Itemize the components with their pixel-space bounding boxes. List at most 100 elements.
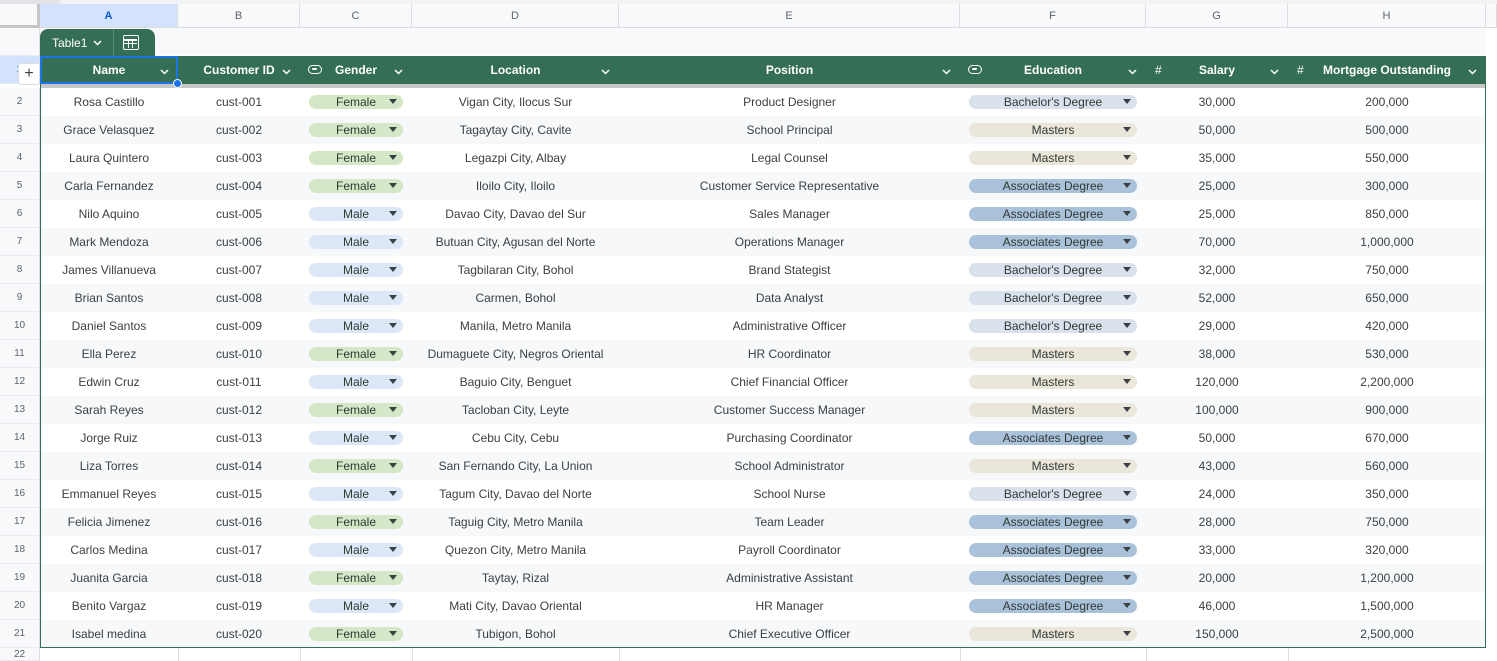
table-cell[interactable]: cust-019 [178, 592, 300, 620]
dropdown-arrow-icon[interactable] [389, 323, 397, 328]
table-cell[interactable]: cust-003 [178, 144, 300, 172]
table-cell[interactable]: Brand Stategist [619, 256, 960, 284]
table-cell[interactable]: Masters [960, 620, 1146, 648]
row-header[interactable]: 17 [0, 508, 40, 536]
gender-chip[interactable]: Male [309, 543, 403, 557]
table-cell[interactable]: cust-014 [178, 452, 300, 480]
table-cell[interactable]: Associates Degree [960, 564, 1146, 592]
education-chip[interactable]: Masters [969, 459, 1137, 473]
gender-chip[interactable]: Male [309, 319, 403, 333]
table-cell[interactable]: 560,000 [1288, 452, 1486, 480]
dropdown-arrow-icon[interactable] [389, 99, 397, 104]
dropdown-arrow-icon[interactable] [1123, 211, 1131, 216]
dropdown-arrow-icon[interactable] [389, 211, 397, 216]
table-cell[interactable]: Female [300, 144, 412, 172]
table-name-chip[interactable]: Table1 [40, 29, 155, 56]
table-cell[interactable]: Associates Degree [960, 508, 1146, 536]
column-title-gender[interactable]: Gender [300, 56, 412, 84]
table-cell[interactable]: Bachelor's Degree [960, 284, 1146, 312]
table-cell[interactable]: Associates Degree [960, 424, 1146, 452]
table-cell[interactable]: Masters [960, 396, 1146, 424]
dropdown-arrow-icon[interactable] [1123, 239, 1131, 244]
row-header[interactable]: 19 [0, 564, 40, 592]
table-cell[interactable]: Ella Perez [40, 340, 178, 368]
gender-chip[interactable]: Female [309, 571, 403, 585]
dropdown-arrow-icon[interactable] [389, 547, 397, 552]
table-cell[interactable]: Chief Financial Officer [619, 368, 960, 396]
table-cell[interactable]: Male [300, 592, 412, 620]
select-all-corner[interactable] [0, 4, 40, 28]
row-header[interactable]: 14 [0, 424, 40, 452]
table-cell[interactable]: Nilo Aquino [40, 200, 178, 228]
education-chip[interactable]: Masters [969, 347, 1137, 361]
table-cell[interactable]: Isabel medina [40, 620, 178, 648]
fill-handle[interactable] [173, 79, 182, 88]
column-header-h[interactable]: H [1288, 4, 1486, 28]
column-title-mortgage-outstanding[interactable]: Mortgage Outstanding # [1288, 56, 1486, 84]
table-cell[interactable]: Female [300, 564, 412, 592]
column-title-customer-id[interactable]: Customer ID [178, 56, 300, 84]
row-header[interactable]: 5 [0, 172, 40, 200]
column-header-b[interactable]: B [178, 4, 300, 28]
table-cell[interactable]: cust-004 [178, 172, 300, 200]
table-cell[interactable]: Associates Degree [960, 536, 1146, 564]
gender-chip[interactable]: Male [309, 207, 403, 221]
column-header-e[interactable]: E [619, 4, 960, 28]
table-cell[interactable]: Product Designer [619, 88, 960, 116]
column-header-c[interactable]: C [300, 4, 412, 28]
education-chip[interactable]: Masters [969, 627, 1137, 641]
table-cell[interactable]: Cebu City, Cebu [412, 424, 619, 452]
gender-chip[interactable]: Male [309, 431, 403, 445]
chevron-down-icon[interactable] [394, 64, 403, 75]
table-cell[interactable]: School Principal [619, 116, 960, 144]
education-chip[interactable]: Bachelor's Degree [969, 291, 1137, 305]
table-cell[interactable]: 25,000 [1146, 172, 1288, 200]
table-cell[interactable]: Vigan City, Ilocus Sur [412, 88, 619, 116]
table-cell[interactable]: Male [300, 368, 412, 396]
row-header[interactable]: 22 [0, 648, 40, 661]
table-cell[interactable]: cust-010 [178, 340, 300, 368]
column-title-name[interactable]: Name [40, 56, 178, 84]
table-cell[interactable]: Masters [960, 116, 1146, 144]
table-cell[interactable]: Rosa Castillo [40, 88, 178, 116]
education-chip[interactable]: Associates Degree [969, 599, 1137, 613]
table-cell[interactable]: Male [300, 228, 412, 256]
education-chip[interactable]: Masters [969, 151, 1137, 165]
table-cell[interactable]: 320,000 [1288, 536, 1486, 564]
table-cell[interactable]: Jorge Ruiz [40, 424, 178, 452]
table-cell[interactable]: Associates Degree [960, 200, 1146, 228]
table-cell[interactable]: 46,000 [1146, 592, 1288, 620]
table-cell[interactable]: Mark Mendoza [40, 228, 178, 256]
dropdown-arrow-icon[interactable] [389, 463, 397, 468]
chevron-down-icon[interactable] [160, 64, 169, 75]
table-cell[interactable]: 30,000 [1146, 88, 1288, 116]
table-cell[interactable]: 2,500,000 [1288, 620, 1486, 648]
dropdown-arrow-icon[interactable] [389, 127, 397, 132]
gender-chip[interactable]: Female [309, 403, 403, 417]
table-cell[interactable]: Legal Counsel [619, 144, 960, 172]
table-cell[interactable]: 1,000,000 [1288, 228, 1486, 256]
table-cell[interactable]: cust-018 [178, 564, 300, 592]
table-cell[interactable]: 29,000 [1146, 312, 1288, 340]
table-cell[interactable]: Operations Manager [619, 228, 960, 256]
table-cell[interactable]: Bachelor's Degree [960, 480, 1146, 508]
chevron-down-icon[interactable] [282, 64, 291, 75]
table-cell[interactable]: cust-013 [178, 424, 300, 452]
table-cell[interactable]: Team Leader [619, 508, 960, 536]
column-title-position[interactable]: Position [619, 56, 960, 84]
table-cell[interactable]: cust-002 [178, 116, 300, 144]
add-row-button[interactable]: + [18, 63, 40, 85]
dropdown-arrow-icon[interactable] [389, 407, 397, 412]
dropdown-arrow-icon[interactable] [389, 491, 397, 496]
row-header[interactable]: 18 [0, 536, 40, 564]
chevron-down-icon[interactable] [601, 64, 610, 75]
column-title-location[interactable]: Location [412, 56, 619, 84]
table-cell[interactable]: Female [300, 172, 412, 200]
gender-chip[interactable]: Female [309, 95, 403, 109]
table-cell[interactable]: 38,000 [1146, 340, 1288, 368]
table-cell[interactable]: 500,000 [1288, 116, 1486, 144]
table-cell[interactable]: Davao City, Davao del Sur [412, 200, 619, 228]
table-cell[interactable]: Tagaytay City, Cavite [412, 116, 619, 144]
table-cell[interactable]: cust-005 [178, 200, 300, 228]
dropdown-arrow-icon[interactable] [1123, 435, 1131, 440]
